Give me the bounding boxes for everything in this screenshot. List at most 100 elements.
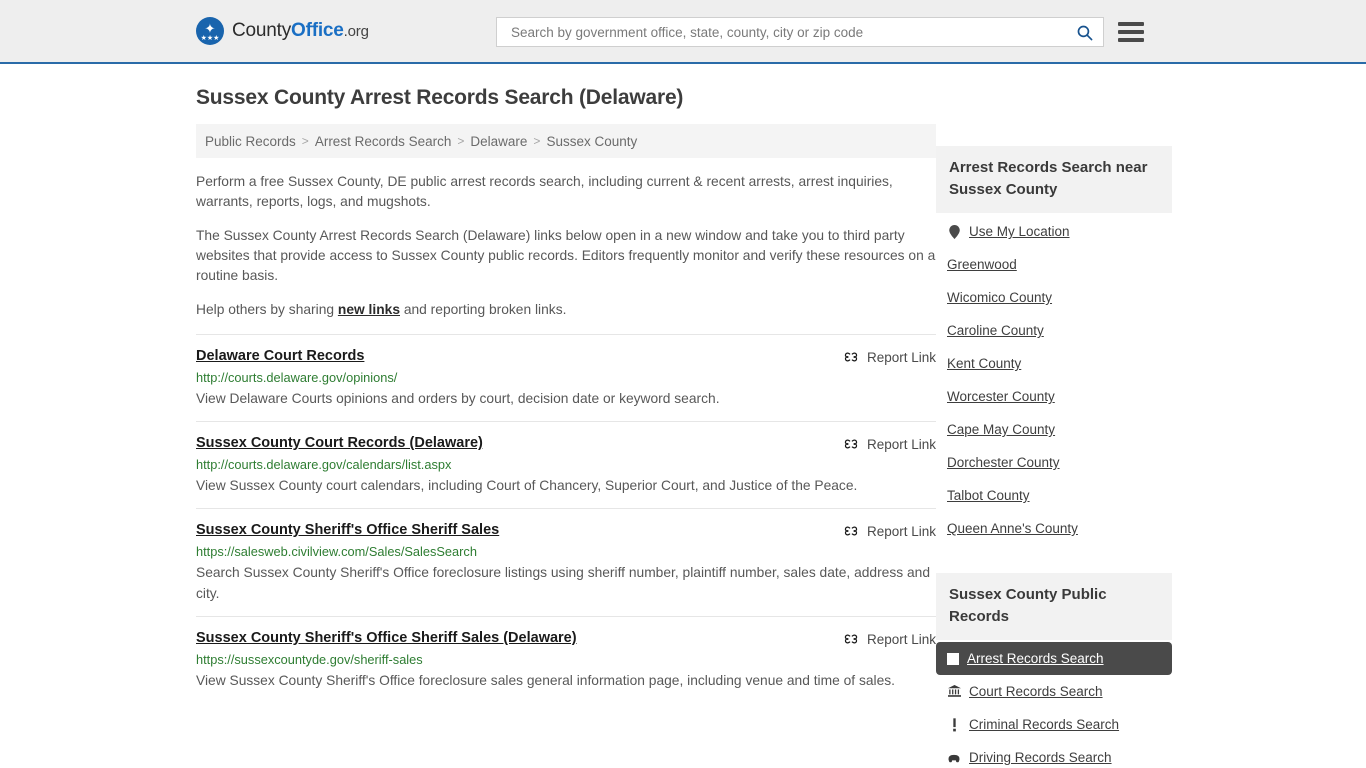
site-logo[interactable]: ✦ ★★★ CountyOffice.org	[196, 17, 369, 45]
sidebar-nearby-heading: Arrest Records Search near Sussex County	[936, 146, 1172, 213]
report-link-label: Report Link	[866, 523, 936, 539]
hamburger-bar	[1118, 22, 1144, 26]
intro-paragraph-2: The Sussex County Arrest Records Search …	[196, 228, 936, 283]
sidebar-item-label: Worcester County	[947, 389, 1055, 404]
header-search-area	[496, 17, 1144, 47]
broken-link-icon	[844, 352, 858, 362]
sidebar-item-dorchester-county[interactable]: Dorchester County	[936, 446, 1172, 479]
result-item: Sussex County Sheriff's Office Sheriff S…	[196, 616, 936, 703]
intro-paragraph-3: Help others by sharing new links and rep…	[196, 300, 936, 320]
result-description: Search Sussex County Sheriff's Office fo…	[196, 565, 931, 601]
hamburger-menu-icon[interactable]	[1118, 22, 1144, 42]
sidebar-item-label: Kent County	[947, 356, 1022, 371]
sidebar-item-label: Arrest Records Search	[967, 651, 1104, 666]
result-url: https://salesweb.civilview.com/Sales/Sal…	[196, 544, 477, 559]
search-box[interactable]	[496, 17, 1104, 47]
breadcrumb-separator: >	[301, 134, 309, 148]
stars-glyph: ★★★	[200, 34, 220, 42]
sidebar-item-cape-may-county[interactable]: Cape May County	[936, 413, 1172, 446]
car-icon	[947, 751, 961, 765]
logo-org-text: .org	[343, 23, 369, 40]
sidebar-item-label: Court Records Search	[969, 684, 1103, 699]
new-links-link[interactable]: new links	[338, 302, 400, 317]
county-office-logo-icon: ✦ ★★★	[196, 17, 224, 45]
sidebar-item-wicomico-county[interactable]: Wicomico County	[936, 281, 1172, 314]
broken-link-icon	[844, 634, 858, 644]
result-url: http://courts.delaware.gov/calendars/lis…	[196, 457, 452, 472]
sidebar-item-label: Talbot County	[947, 488, 1030, 503]
sidebar-item-label: Use My Location	[969, 224, 1070, 239]
result-title-link[interactable]: Sussex County Sheriff's Office Sheriff S…	[196, 522, 499, 538]
breadcrumb-separator: >	[533, 134, 541, 148]
result-header: Sussex County Court Records (Delaware) R…	[196, 435, 936, 452]
hamburger-bar	[1118, 38, 1144, 42]
broken-link-icon	[844, 439, 858, 449]
breadcrumb-item-public-records[interactable]: Public Records	[205, 134, 296, 149]
sidebar-item-label: Driving Records Search	[969, 750, 1112, 765]
result-url: https://sussexcountyde.gov/sheriff-sales	[196, 652, 423, 667]
sidebar-item-criminal-records-search[interactable]: Criminal Records Search	[936, 708, 1172, 741]
result-item: Sussex County Court Records (Delaware) R…	[196, 421, 936, 508]
sidebar-item-label: Dorchester County	[947, 455, 1060, 470]
report-link-label: Report Link	[866, 349, 936, 365]
sidebar-item-greenwood[interactable]: Greenwood	[936, 248, 1172, 281]
sidebar-item-label: Criminal Records Search	[969, 717, 1120, 732]
search-icon	[1077, 25, 1093, 40]
sidebar-item-queen-annes-county[interactable]: Queen Anne's County	[936, 512, 1172, 545]
sidebar-item-label: Queen Anne's County	[947, 521, 1078, 536]
breadcrumb-item-sussex-county[interactable]: Sussex County	[546, 134, 637, 149]
search-input[interactable]	[509, 23, 1074, 41]
sidebar-item-kent-county[interactable]: Kent County	[936, 347, 1172, 380]
sidebar-item-label: Caroline County	[947, 323, 1044, 338]
sidebar-item-driving-records-search[interactable]: Driving Records Search	[936, 741, 1172, 768]
sidebar-public-records-list: Arrest Records Search Court Records Sear…	[936, 642, 1172, 768]
main-column: Public Records > Arrest Records Search >…	[196, 124, 936, 703]
bank-shape	[947, 685, 961, 697]
sidebar: Arrest Records Search near Sussex County…	[936, 124, 1172, 768]
result-item: Delaware Court Records Report Link http:…	[196, 334, 936, 421]
sidebar-item-court-records-search[interactable]: Court Records Search	[936, 675, 1172, 708]
sidebar-item-talbot-county[interactable]: Talbot County	[936, 479, 1172, 512]
sidebar-item-label: Cape May County	[947, 422, 1056, 437]
exclamation-icon	[947, 717, 961, 732]
result-title-link[interactable]: Sussex County Sheriff's Office Sheriff S…	[196, 630, 577, 646]
pin-shape	[948, 224, 960, 239]
report-link-button[interactable]: Report Link	[843, 523, 936, 539]
intro-3-before: Help others by sharing	[196, 302, 338, 317]
bank-icon	[947, 685, 961, 699]
result-url: http://courts.delaware.gov/opinions/	[196, 370, 398, 385]
sidebar-item-arrest-records-search[interactable]: Arrest Records Search	[936, 642, 1172, 675]
result-header: Sussex County Sheriff's Office Sheriff S…	[196, 522, 936, 539]
search-button[interactable]	[1074, 24, 1095, 41]
site-header: ✦ ★★★ CountyOffice.org	[0, 0, 1366, 64]
breadcrumb-item-delaware[interactable]: Delaware	[470, 134, 527, 149]
car-shape	[948, 754, 960, 762]
sidebar-item-label: Wicomico County	[947, 290, 1053, 305]
sidebar-item-use-my-location[interactable]: Use My Location	[936, 215, 1172, 248]
result-item: Sussex County Sheriff's Office Sheriff S…	[196, 508, 936, 616]
location-pin-icon	[947, 224, 961, 239]
content-row: Public Records > Arrest Records Search >…	[196, 124, 1172, 768]
report-link-label: Report Link	[866, 631, 936, 647]
broken-link-icon	[844, 526, 858, 536]
page-body: Sussex County Arrest Records Search (Del…	[0, 86, 1366, 768]
logo-wordmark: CountyOffice.org	[232, 20, 369, 42]
result-description: View Sussex County court calendars, incl…	[196, 478, 858, 493]
result-header: Delaware Court Records Report Link	[196, 348, 936, 365]
result-title-link[interactable]: Delaware Court Records	[196, 348, 364, 364]
breadcrumb: Public Records > Arrest Records Search >…	[196, 124, 936, 158]
page-title: Sussex County Arrest Records Search (Del…	[196, 86, 684, 109]
report-link-button[interactable]: Report Link	[843, 631, 936, 647]
sidebar-item-caroline-county[interactable]: Caroline County	[936, 314, 1172, 347]
sidebar-item-worcester-county[interactable]: Worcester County	[936, 380, 1172, 413]
intro-3-after: and reporting broken links.	[400, 302, 567, 317]
report-link-label: Report Link	[866, 436, 936, 452]
logo-office-text: Office	[291, 20, 344, 41]
result-header: Sussex County Sheriff's Office Sheriff S…	[196, 630, 936, 647]
result-title-link[interactable]: Sussex County Court Records (Delaware)	[196, 435, 483, 451]
report-link-button[interactable]: Report Link	[843, 436, 936, 452]
breadcrumb-item-arrest-records-search[interactable]: Arrest Records Search	[315, 134, 452, 149]
report-link-button[interactable]: Report Link	[843, 349, 936, 365]
sidebar-public-records-heading: Sussex County Public Records	[936, 573, 1172, 640]
sidebar-nearby-list: Use My Location Greenwood Wicomico Count…	[936, 215, 1172, 545]
